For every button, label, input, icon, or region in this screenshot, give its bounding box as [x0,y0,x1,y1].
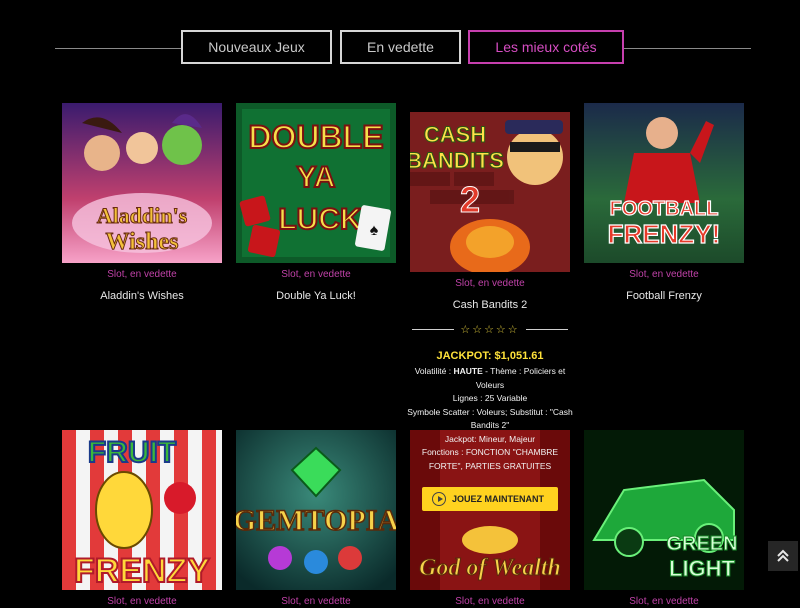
chevron-double-up-icon [777,549,789,562]
art-text: CASH [424,122,486,147]
rating-row: ☆☆☆☆☆ [400,322,580,336]
art-text: Aladdin's [97,203,188,228]
game-card-green-light[interactable]: GREEN LIGHT Slot, en vedette [584,430,744,608]
art-text: GREEN [666,533,737,555]
game-category: Slot, en vedette [629,596,699,607]
art-text: DOUBLE [248,119,383,155]
game-category: Slot, en vedette [107,596,177,607]
game-title[interactable]: Aladdin's Wishes [62,290,222,303]
volatility-value: HAUTE [453,366,483,376]
play-now-button[interactable]: JOUEZ MAINTENANT [422,487,558,511]
lines-text: Lignes : 25 Variable [452,393,528,403]
volatility-label: Volatilité : [414,366,452,376]
game-thumbnail[interactable]: CASH BANDITS 2 [410,112,570,272]
game-thumbnail[interactable]: GEMTOPIA [236,430,396,590]
game-category: Slot, en vedette [281,269,351,280]
game-category: Slot, en vedette [281,596,351,607]
gemtopia-art: GEMTOPIA [236,430,396,590]
game-category: Slot, en vedette [629,269,699,280]
star-rating-icon: ☆☆☆☆☆ [460,323,520,336]
jackpot-type-text: Jackpot: Mineur, Majeur [444,433,536,444]
symbols-text: Symbole Scatter : Voleurs; Substitut : "… [407,406,573,431]
play-now-label: JOUEZ MAINTENANT [452,494,544,504]
game-card-fruit-frenzy[interactable]: FRUIT FRENZY Slot, en vedette [62,430,222,608]
art-text: Wishes [106,229,179,255]
art-text: FRUIT [88,436,176,469]
art-text: LIGHT [669,556,736,581]
game-category: Slot, en vedette [107,269,177,280]
game-thumbnail[interactable]: GREEN LIGHT [584,430,744,590]
cash-bandits-2-art: CASH BANDITS 2 [410,112,570,272]
jackpot-amount: JACKPOT: $1,051.61 [436,350,544,362]
art-text: God of Wealth [419,555,561,581]
art-text: 2 [460,179,480,220]
tabs-divider-left [55,48,183,49]
art-text: FRENZY [74,552,210,590]
game-info: Volatilité : HAUTE - Thème : Policiers e… [400,365,580,473]
game-title[interactable]: Cash Bandits 2 [410,299,570,312]
game-card-football-frenzy[interactable]: FOOTBALL FRENZY! Slot, en vedette Footba… [584,103,744,303]
game-thumbnail[interactable]: FOOTBALL FRENZY! [584,103,744,263]
game-card-aladdins-wishes[interactable]: Aladdin's Wishes Slot, en vedette Aladdi… [62,103,222,303]
art-text: FOOTBALL [610,198,719,220]
art-text: BANDITS [410,148,504,173]
art-text: GEMTOPIA [236,504,396,537]
tab-nouveaux-jeux[interactable]: Nouveaux Jeux [181,30,332,64]
game-category: Slot, en vedette [455,278,525,289]
game-title[interactable]: Football Frenzy [584,290,744,303]
tabs-divider-right [623,48,751,49]
play-icon [432,492,446,506]
game-thumbnail[interactable]: Aladdin's Wishes [62,103,222,263]
game-card-double-ya-luck[interactable]: DOUBLE YA LUCK ♠ Slot, en vedette Double… [236,103,396,303]
art-text: FRENZY! [608,219,721,249]
game-category: Slot, en vedette [455,596,525,607]
aladdins-wishes-art: Aladdin's Wishes [62,103,222,263]
tab-les-mieux-cotes[interactable]: Les mieux cotés [468,30,624,64]
green-light-art: GREEN LIGHT [584,430,744,590]
game-title[interactable]: Double Ya Luck! [236,290,396,303]
art-text: LUCK [278,203,362,236]
art-text: YA [297,161,336,194]
game-details-popup: ☆☆☆☆☆ JACKPOT: $1,051.61 Volatilité : HA… [400,322,580,511]
game-card-cash-bandits-2[interactable]: CASH BANDITS 2 Slot, en vedette Cash Ban… [410,112,570,312]
game-card-gemtopia[interactable]: GEMTOPIA Slot, en vedette [236,430,396,608]
svg-text:♠: ♠ [370,222,379,239]
fruit-frenzy-art: FRUIT FRENZY [62,430,222,590]
features-text: Fonctions : FONCTION "CHAMBRE FORTE", PA… [421,447,559,471]
rating-divider-right [525,328,568,330]
tab-en-vedette[interactable]: En vedette [340,30,461,64]
rating-divider-left [412,328,455,330]
football-frenzy-art: FOOTBALL FRENZY! [584,103,744,263]
theme-text: - Thème : Policiers et Voleurs [475,366,566,390]
game-thumbnail[interactable]: DOUBLE YA LUCK ♠ [236,103,396,263]
double-ya-luck-art: DOUBLE YA LUCK ♠ [236,103,396,263]
scroll-to-top-button[interactable] [768,541,798,571]
game-thumbnail[interactable]: FRUIT FRENZY [62,430,222,590]
